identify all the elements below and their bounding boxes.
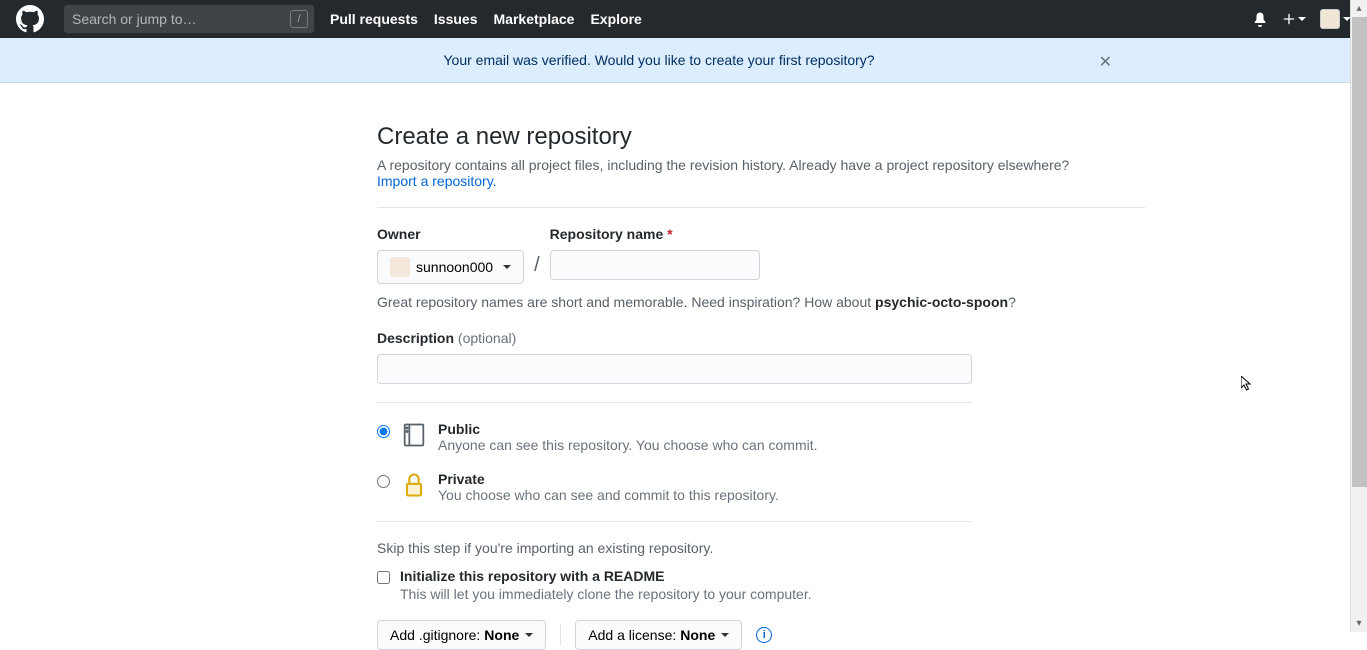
page-subhead: A repository contains all project files,… bbox=[377, 157, 1145, 189]
divider bbox=[560, 624, 561, 646]
slash-hint: / bbox=[290, 10, 308, 28]
license-button[interactable]: Add a license: None bbox=[575, 620, 742, 650]
lock-icon bbox=[400, 471, 428, 499]
nav-explore[interactable]: Explore bbox=[590, 11, 641, 27]
mouse-cursor bbox=[1241, 376, 1257, 392]
private-title: Private bbox=[438, 471, 779, 487]
owner-avatar bbox=[390, 257, 410, 277]
page-title: Create a new repository bbox=[377, 123, 1145, 151]
user-menu-dropdown[interactable] bbox=[1320, 9, 1351, 29]
owner-select-button[interactable]: sunnoon000 bbox=[377, 250, 524, 284]
nav-marketplace[interactable]: Marketplace bbox=[494, 11, 575, 27]
private-option[interactable]: Private You choose who can see and commi… bbox=[377, 471, 1145, 503]
required-indicator: * bbox=[667, 226, 672, 242]
divider bbox=[377, 207, 1145, 208]
info-icon[interactable]: i bbox=[756, 627, 772, 643]
owner-name: sunnoon000 bbox=[416, 259, 493, 275]
header-right bbox=[1252, 9, 1351, 29]
main-content: Create a new repository A repository con… bbox=[377, 83, 1145, 650]
caret-down-icon bbox=[1298, 17, 1306, 21]
private-radio[interactable] bbox=[377, 475, 390, 488]
caret-down-icon bbox=[503, 265, 511, 269]
github-logo[interactable] bbox=[16, 3, 48, 35]
public-option[interactable]: Public Anyone can see this repository. Y… bbox=[377, 421, 1145, 453]
readme-desc: This will let you immediately clone the … bbox=[400, 586, 812, 602]
init-options-row: Add .gitignore: None Add a license: None… bbox=[377, 620, 1145, 650]
primary-nav: Pull requests Issues Marketplace Explore bbox=[330, 11, 642, 27]
gitignore-button[interactable]: Add .gitignore: None bbox=[377, 620, 546, 650]
nav-issues[interactable]: Issues bbox=[434, 11, 478, 27]
visibility-section: Public Anyone can see this repository. Y… bbox=[377, 421, 1145, 503]
skip-text: Skip this step if you're importing an ex… bbox=[377, 540, 1145, 556]
suggested-name[interactable]: psychic-octo-spoon bbox=[875, 294, 1008, 310]
repo-name-group: Repository name * bbox=[550, 226, 760, 280]
owner-label: Owner bbox=[377, 226, 524, 242]
divider bbox=[377, 402, 972, 403]
public-radio[interactable] bbox=[377, 425, 390, 438]
public-title: Public bbox=[438, 421, 818, 437]
scroll-thumb[interactable] bbox=[1352, 17, 1367, 487]
scroll-down-arrow[interactable]: ▾ bbox=[1351, 615, 1367, 632]
private-desc: You choose who can see and commit to thi… bbox=[438, 487, 779, 503]
caret-down-icon bbox=[721, 633, 729, 637]
nav-pull-requests[interactable]: Pull requests bbox=[330, 11, 418, 27]
notifications-icon[interactable] bbox=[1252, 11, 1268, 27]
scroll-up-arrow[interactable]: ▴ bbox=[1351, 0, 1367, 17]
repo-icon bbox=[400, 421, 428, 449]
name-inspiration: Great repository names are short and mem… bbox=[377, 294, 1145, 310]
search-input[interactable] bbox=[64, 5, 314, 33]
vertical-scrollbar[interactable]: ▴ ▾ bbox=[1350, 0, 1367, 632]
optional-text: (optional) bbox=[458, 330, 516, 346]
owner-group: Owner sunnoon000 bbox=[377, 226, 524, 284]
readme-checkbox[interactable] bbox=[377, 571, 390, 584]
create-new-dropdown[interactable] bbox=[1282, 12, 1306, 26]
description-label: Description (optional) bbox=[377, 330, 1145, 346]
readme-title: Initialize this repository with a README bbox=[400, 568, 664, 584]
verification-banner: Your email was verified. Would you like … bbox=[0, 38, 1367, 83]
banner-text: Your email was verified. Would you like … bbox=[444, 52, 875, 68]
divider bbox=[377, 521, 972, 522]
search-wrap: / bbox=[64, 5, 314, 33]
caret-down-icon bbox=[525, 633, 533, 637]
lead-text: A repository contains all project files,… bbox=[377, 157, 1069, 173]
repo-name-input[interactable] bbox=[550, 250, 760, 280]
slash-separator: / bbox=[534, 254, 540, 277]
global-header: / Pull requests Issues Marketplace Explo… bbox=[0, 0, 1367, 38]
public-desc: Anyone can see this repository. You choo… bbox=[438, 437, 818, 453]
close-icon[interactable]: ✕ bbox=[1099, 52, 1112, 72]
description-input[interactable] bbox=[377, 354, 972, 384]
import-repo-link[interactable]: Import a repository. bbox=[377, 173, 497, 189]
readme-option: Initialize this repository with a README… bbox=[377, 568, 1145, 602]
repo-name-label: Repository name * bbox=[550, 226, 760, 242]
owner-name-row: Owner sunnoon000 / Repository name * bbox=[377, 226, 1145, 284]
avatar bbox=[1320, 9, 1340, 29]
